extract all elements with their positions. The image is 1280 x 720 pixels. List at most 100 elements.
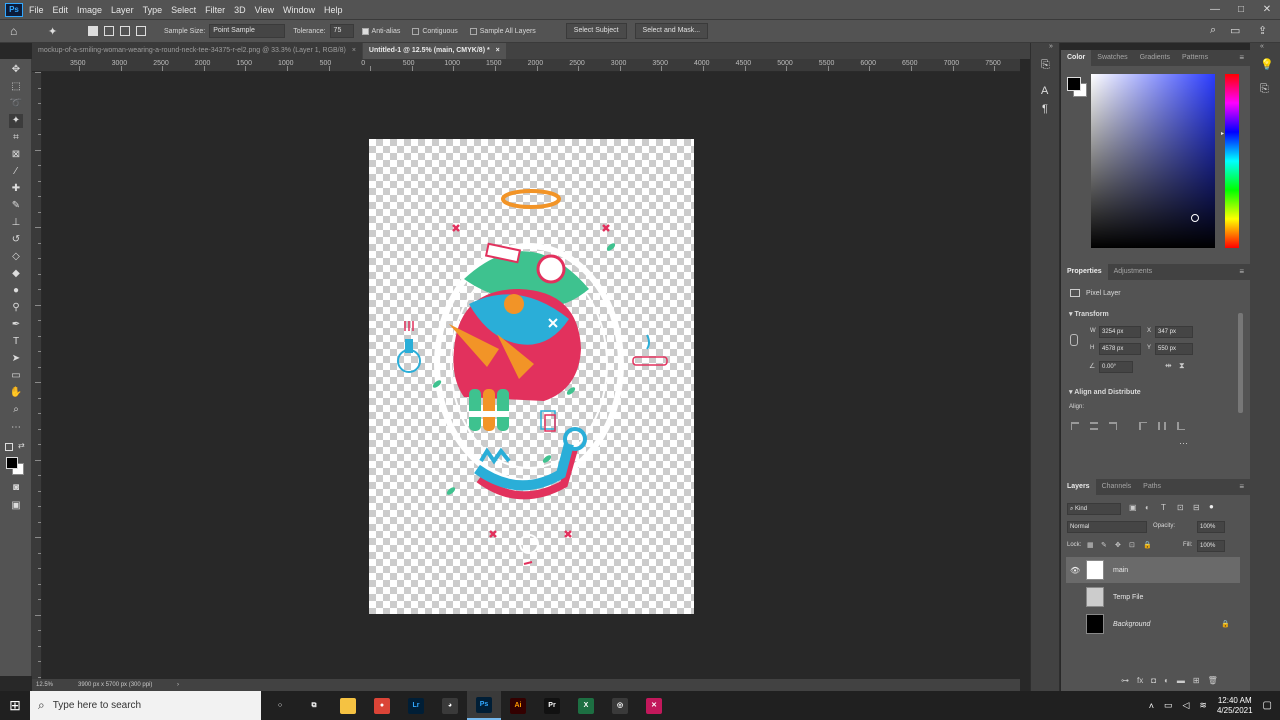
align-center-icon[interactable]	[1090, 422, 1098, 430]
intersect-selection-icon[interactable]	[136, 26, 146, 36]
tab-channels[interactable]: Channels	[1096, 479, 1138, 495]
lock-transparent-icon[interactable]: ▦	[1087, 541, 1094, 549]
filter-type-icon[interactable]: T	[1161, 503, 1166, 512]
pen-tool-icon[interactable]: ✒	[9, 318, 23, 332]
eraser-tool-icon[interactable]: ◇	[9, 250, 23, 264]
search-icon[interactable]: ⌕	[1210, 24, 1216, 37]
align-left-icon[interactable]	[1071, 422, 1079, 430]
align-right-icon[interactable]	[1109, 422, 1117, 430]
magic-wand-icon[interactable]: ✦	[9, 114, 23, 128]
add-mask-icon[interactable]: ◘	[1151, 676, 1156, 685]
align-distribute-title[interactable]: ▾ Align and Distribute	[1069, 388, 1141, 396]
status-menu-arrow-icon[interactable]: ›	[177, 679, 179, 691]
layers-menu-icon[interactable]: ≡	[1239, 482, 1244, 491]
contiguous-checkbox[interactable]	[412, 27, 420, 35]
foreground-swatch[interactable]	[1067, 77, 1081, 91]
taskbar-app-lightroom[interactable]: Lr	[399, 691, 433, 720]
quick-mask-icon[interactable]: ◙	[9, 481, 23, 495]
layer-row-main[interactable]: 👁 main	[1066, 557, 1240, 583]
fill-field[interactable]: 100%	[1197, 540, 1225, 552]
swap-colors-icon[interactable]: ⇄	[18, 441, 25, 450]
layer-row-temp-file[interactable]: Temp File	[1066, 584, 1240, 610]
layer-row-background[interactable]: Background 🔒	[1066, 611, 1240, 637]
properties-menu-icon[interactable]: ≡	[1239, 267, 1244, 276]
tab-untitled[interactable]: Untitled-1 @ 12.5% (main, CMYK/8) * ×	[362, 43, 506, 59]
menu-select[interactable]: Select	[171, 5, 196, 15]
height-field[interactable]: 4578 px	[1099, 343, 1141, 355]
minimize-button[interactable]: —	[1202, 0, 1228, 19]
menu-layer[interactable]: Layer	[111, 5, 134, 15]
hand-tool-icon[interactable]: ✋	[9, 386, 23, 400]
collapse-icon[interactable]: »	[1049, 43, 1053, 50]
volume-icon[interactable]: ◁	[1182, 700, 1189, 711]
windows-start-icon[interactable]: ⊞	[0, 691, 30, 720]
taskbar-app-photoshop[interactable]: Ps	[467, 691, 501, 720]
select-subject-button[interactable]: Select Subject	[565, 23, 627, 39]
filter-smart-icon[interactable]: ⊟	[1193, 503, 1200, 512]
wifi-icon[interactable]: ≋	[1199, 700, 1207, 711]
taskbar-app-excel[interactable]: X	[569, 691, 603, 720]
opacity-field[interactable]: 100%	[1197, 521, 1225, 533]
maximize-button[interactable]: □	[1228, 0, 1254, 19]
filter-toggle-icon[interactable]: ●	[1209, 502, 1214, 511]
color-field[interactable]	[1091, 74, 1215, 248]
menu-3d[interactable]: 3D	[234, 5, 246, 15]
history-icon[interactable]: ⎘	[1041, 59, 1050, 72]
tab-properties[interactable]: Properties	[1061, 264, 1108, 280]
clock[interactable]: 12:40 AM 4/25/2021	[1217, 696, 1253, 716]
tray-chevron-icon[interactable]: ˄	[1149, 701, 1154, 711]
new-selection-icon[interactable]	[88, 26, 98, 36]
notifications-icon[interactable]: ▢	[1263, 700, 1272, 711]
menu-type[interactable]: Type	[143, 5, 163, 15]
taskbar-app-browser[interactable]: ◎	[603, 691, 637, 720]
learn-icon[interactable]: 💡	[1260, 58, 1274, 71]
marquee-tool-icon[interactable]: ⬚	[9, 80, 23, 94]
stamp-tool-icon[interactable]: ⊥	[9, 216, 23, 230]
character-icon[interactable]: A	[1041, 85, 1048, 97]
properties-scrollbar[interactable]	[1238, 313, 1243, 413]
magic-wand-tool-icon[interactable]: ✦	[48, 25, 70, 38]
path-selection-icon[interactable]: ➤	[9, 352, 23, 366]
taskbar-app-taskview[interactable]: ⧉	[297, 691, 331, 720]
type-tool-icon[interactable]: T	[9, 335, 23, 349]
align-bottom-icon[interactable]	[1177, 422, 1185, 430]
delete-layer-icon[interactable]: 🗑	[1208, 676, 1218, 685]
paint-bucket-icon[interactable]: ◆	[9, 267, 23, 281]
align-top-icon[interactable]	[1139, 422, 1147, 430]
add-selection-icon[interactable]	[104, 26, 114, 36]
lock-image-icon[interactable]: ✎	[1101, 541, 1107, 549]
share-icon[interactable]: ⇪	[1258, 24, 1267, 37]
hue-slider[interactable]	[1225, 74, 1239, 248]
healing-brush-icon[interactable]: ✚	[9, 182, 23, 196]
flip-vertical-icon[interactable]: ⧗	[1179, 361, 1185, 371]
lasso-tool-icon[interactable]: ➰	[9, 97, 23, 111]
new-layer-icon[interactable]: ⊞	[1193, 676, 1200, 685]
taskbar-app-vector-app[interactable]: ✕	[637, 691, 671, 720]
tab-mockup-close-icon[interactable]: ×	[352, 47, 356, 54]
foreground-color-swatch[interactable]	[6, 457, 18, 469]
panel-menu-icon[interactable]: ≡	[1239, 53, 1244, 62]
taskbar-app-chrome[interactable]: ●	[365, 691, 399, 720]
lock-all-icon[interactable]: 🔒	[1143, 541, 1152, 549]
paragraph-icon[interactable]: ¶	[1042, 103, 1048, 115]
taskbar-app-illustrator[interactable]: Ai	[501, 691, 535, 720]
sample-all-layers-checkbox[interactable]	[469, 27, 477, 35]
tab-untitled-close-icon[interactable]: ×	[496, 47, 500, 54]
sample-size-select[interactable]: Point Sample	[209, 24, 286, 38]
blend-mode-select[interactable]: Normal	[1067, 521, 1147, 533]
menu-window[interactable]: Window	[283, 5, 315, 15]
document-info[interactable]: 3900 px x 5700 px (300 ppi)	[78, 679, 152, 691]
tab-color[interactable]: Color	[1061, 50, 1092, 66]
filter-pixel-icon[interactable]: ▣	[1129, 503, 1137, 512]
home-icon[interactable]: ⌂	[10, 24, 32, 38]
menu-help[interactable]: Help	[324, 5, 343, 15]
menu-filter[interactable]: Filter	[205, 5, 225, 15]
taskbar-app-cortana[interactable]: ○	[263, 691, 297, 720]
link-icon[interactable]	[1070, 334, 1078, 346]
width-field[interactable]: 3254 px	[1099, 326, 1141, 338]
frame-tool-icon[interactable]: ⊠	[9, 148, 23, 162]
taskbar-app-printful[interactable]: Pr	[535, 691, 569, 720]
tab-swatches[interactable]: Swatches	[1091, 50, 1133, 66]
libraries-icon[interactable]: ⎘	[1260, 83, 1269, 96]
blur-tool-icon[interactable]: ●	[9, 284, 23, 298]
